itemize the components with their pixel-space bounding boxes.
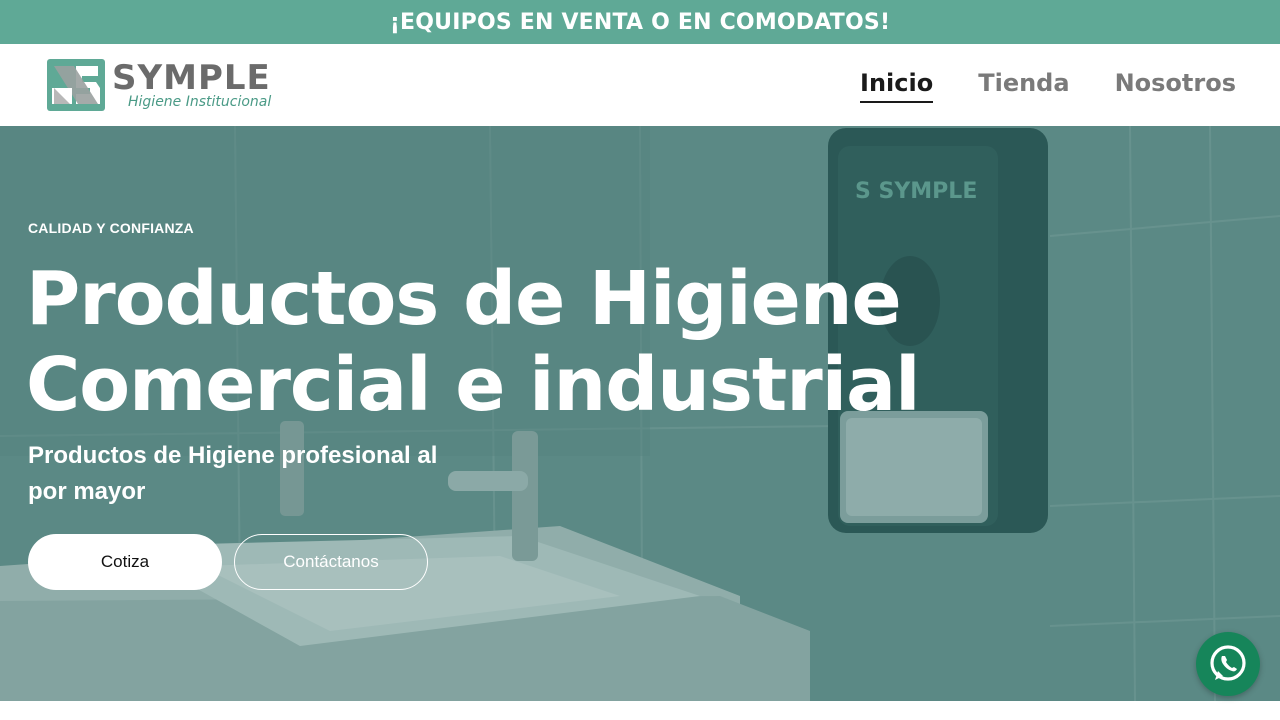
- promo-text: ¡EQUIPOS EN VENTA O EN COMODATOS!: [389, 9, 891, 35]
- hero-subtitle: Productos de Higiene profesional al por …: [28, 442, 438, 505]
- hero-title-line-2: Comercial e industrial: [26, 342, 920, 428]
- nav-inicio[interactable]: Inicio: [860, 69, 934, 103]
- quote-button[interactable]: Cotiza: [28, 534, 222, 590]
- site-header: SYMPLE Higiene Institucional Inicio Tien…: [0, 44, 1280, 126]
- promo-banner: ¡EQUIPOS EN VENTA O EN COMODATOS!: [0, 0, 1280, 44]
- contact-button[interactable]: Contáctanos: [234, 534, 428, 590]
- brand-logo[interactable]: SYMPLE Higiene Institucional: [46, 58, 286, 114]
- symple-logo-icon: [47, 59, 105, 111]
- whatsapp-icon: [1210, 645, 1246, 681]
- nav-tienda[interactable]: Tienda: [978, 69, 1069, 101]
- hero-eyebrow: CALIDAD Y CONFIANZA: [28, 220, 194, 236]
- nav-nosotros[interactable]: Nosotros: [1115, 69, 1236, 101]
- brand-name: SYMPLE: [112, 58, 271, 98]
- whatsapp-button[interactable]: [1196, 632, 1260, 696]
- hero-section: S SYMPLE CALIDAD Y CONFIANZA Productos d…: [0, 126, 1280, 701]
- hero-title: Productos de Higiene Comercial e industr…: [26, 256, 920, 428]
- main-nav: Inicio Tienda Nosotros: [860, 44, 1236, 126]
- hero-title-line-1: Productos de Higiene: [26, 256, 902, 342]
- brand-tagline: Higiene Institucional: [128, 94, 272, 110]
